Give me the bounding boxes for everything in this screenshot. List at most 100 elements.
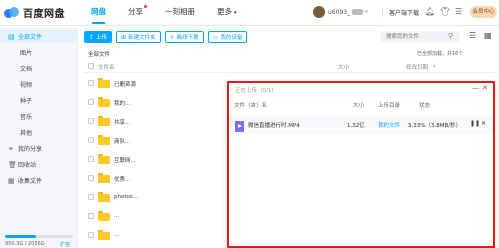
- toolbar: ⇪ 上传 ⊞ 新建文件夹 ⇩ 离线下载 ▭ 我的设备: [84, 31, 251, 43]
- minimize-icon[interactable]: —: [472, 84, 479, 92]
- new-folder-icon: ⊞: [121, 33, 127, 41]
- upload-panel-title: 正在上传（0/1）: [235, 88, 277, 94]
- sidebar-item-images[interactable]: 图片: [0, 46, 77, 59]
- chevron-down-icon: ▾: [234, 10, 237, 16]
- upload-progress-panel: 正在上传（0/1） — ✕ 文件（夹）名 大小 上传目录 状态 微信直播进行时.…: [227, 81, 495, 248]
- upload-file-name: 微信直播进行时.MP4: [248, 123, 300, 129]
- upload-row[interactable]: 微信直播进行时.MP4 1.32亿 我的文件 3.33%（3.8MB/秒） ❚❚…: [229, 116, 493, 134]
- sidebar-item-collect-files[interactable]: ▦ 收集文件: [0, 174, 77, 187]
- upload-dir-link[interactable]: 我的文件: [378, 121, 400, 129]
- column-status: 状态: [419, 103, 431, 109]
- my-devices-button[interactable]: ▭ 我的设备: [207, 31, 248, 43]
- sidebar-item-videos[interactable]: 视频: [0, 78, 77, 91]
- close-icon[interactable]: ✕: [482, 84, 488, 92]
- share-icon: ⚭: [8, 144, 14, 153]
- column-name[interactable]: 文件名: [98, 63, 115, 71]
- folder-icon: [98, 173, 110, 183]
- shirt-icon[interactable]: 👕︎: [440, 7, 450, 16]
- upload-status: 3.33%（3.8MB/秒）: [408, 123, 462, 129]
- row-checkbox[interactable]: [88, 232, 94, 238]
- sidebar-item-music[interactable]: 音乐: [0, 110, 77, 123]
- trash-icon: 🗑︎: [8, 160, 17, 169]
- pause-icon[interactable]: ❚❚: [470, 120, 480, 127]
- nav-album[interactable]: 一刻相册: [165, 6, 195, 17]
- logo[interactable]: 百度网盘: [4, 5, 65, 20]
- column-size[interactable]: 大小: [338, 63, 349, 71]
- table-row[interactable]: ...: [84, 208, 224, 225]
- sidebar-item-recycle-bin[interactable]: 🗑︎ 回收站: [0, 158, 77, 171]
- storage-quota-text: 950.3G / 2056G: [5, 241, 45, 247]
- table-row[interactable]: 优秀...: [84, 170, 224, 187]
- offline-download-button[interactable]: ⇩ 离线下载: [164, 31, 204, 43]
- user-name: u6093_: [328, 8, 351, 16]
- upload-button[interactable]: ⇪ 上传: [84, 31, 113, 43]
- row-checkbox[interactable]: [88, 175, 94, 181]
- vip-center-button[interactable]: 会员中心: [470, 6, 497, 18]
- folder-icon: [98, 78, 110, 88]
- download-icon: ⇩: [169, 33, 175, 41]
- folder-icon: [98, 116, 110, 126]
- notification-dot: [144, 5, 147, 8]
- sidebar-item-all-files[interactable]: ▤ 全部文件: [0, 30, 77, 43]
- row-checkbox[interactable]: [88, 156, 94, 162]
- upload-icon: ⇪: [89, 33, 95, 41]
- folder-icon: ▤: [8, 32, 15, 41]
- folder-icon: [98, 230, 110, 240]
- nav-netdisk[interactable]: 网盘: [91, 6, 106, 24]
- breadcrumb[interactable]: 全部文件: [88, 50, 110, 58]
- device-icon: ▭: [212, 33, 219, 41]
- new-folder-button[interactable]: ⊞ 新建文件夹: [116, 31, 161, 43]
- column-modified[interactable]: 修改日期: [406, 63, 428, 71]
- grid-view-icon[interactable]: ▦: [484, 31, 492, 40]
- collect-icon: ▦: [8, 176, 15, 185]
- row-checkbox[interactable]: [88, 213, 94, 219]
- column-upload-dir: 上传目录: [378, 103, 401, 109]
- menu-icon[interactable]: ☰: [455, 7, 462, 16]
- row-checkbox[interactable]: [88, 194, 94, 200]
- client-download-link[interactable]: 客户端下载: [389, 8, 419, 17]
- table-row[interactable]: 我的...: [84, 94, 224, 111]
- expand-storage-link[interactable]: 扩容: [60, 241, 70, 248]
- row-checkbox[interactable]: [88, 80, 94, 86]
- top-bar: 百度网盘 网盘 分享 一刻相册 更多 ▾ u6093_ ▾ 客户端下载 🔔︎ 👕︎…: [0, 0, 499, 26]
- column-size: 大小: [353, 103, 365, 109]
- row-checkbox[interactable]: [88, 137, 94, 143]
- app-name: 百度网盘: [23, 9, 65, 20]
- nav-more[interactable]: 更多 ▾: [217, 6, 237, 17]
- storage-quota-bar: [5, 235, 73, 238]
- folder-icon: [98, 192, 110, 202]
- loaded-count: 已全部加载，共16个: [417, 51, 464, 57]
- column-file-name: 文件（夹）名: [234, 103, 268, 109]
- table-row[interactable]: photos...: [84, 189, 224, 206]
- sidebar-item-other[interactable]: 其他: [0, 126, 77, 139]
- folder-icon: [98, 211, 110, 221]
- nav-share[interactable]: 分享: [128, 5, 147, 17]
- cancel-upload-icon[interactable]: ✕: [481, 120, 486, 127]
- table-row[interactable]: 已删资源: [84, 75, 224, 92]
- chevron-down-icon: ▾: [365, 9, 368, 15]
- divider: [382, 8, 383, 17]
- bell-icon[interactable]: 🔔︎: [425, 7, 435, 16]
- video-file-icon: [235, 121, 244, 132]
- row-checkbox[interactable]: [88, 99, 94, 105]
- folder-icon: [98, 135, 110, 145]
- user-menu[interactable]: u6093_ ▾: [313, 6, 368, 18]
- sidebar-item-my-share[interactable]: ⚭ 我的分享: [0, 142, 77, 155]
- table-row[interactable]: ...: [84, 227, 224, 244]
- avatar[interactable]: [313, 6, 325, 18]
- table-row[interactable]: 互联网...: [84, 151, 224, 168]
- select-all-checkbox[interactable]: [88, 63, 94, 69]
- folder-icon: [98, 154, 110, 164]
- search-icon[interactable]: ⚲: [448, 32, 453, 40]
- row-checkbox[interactable]: [88, 118, 94, 124]
- sort-icon[interactable]: ☰: [469, 31, 476, 40]
- folder-icon: [98, 97, 110, 107]
- sidebar-item-docs[interactable]: 文档: [0, 62, 77, 75]
- table-row[interactable]: 共享...: [84, 113, 224, 130]
- table-row[interactable]: 商队...: [84, 132, 224, 149]
- sidebar-item-torrents[interactable]: 种子: [0, 94, 77, 107]
- file-table-header: 文件名 大小 修改日期 ⇣: [84, 61, 499, 73]
- vip-badge-icon: [352, 9, 364, 15]
- storage-quota-fill: [5, 235, 37, 238]
- upload-table-header: 文件（夹）名 大小 上传目录 状态: [229, 99, 493, 110]
